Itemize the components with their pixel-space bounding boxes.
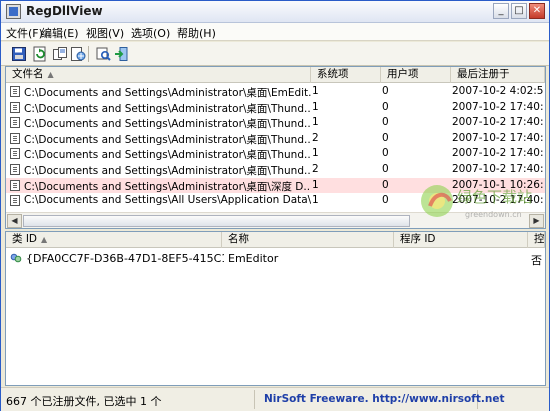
file-icon xyxy=(10,86,20,97)
column-program-id[interactable]: 程序 ID xyxy=(394,232,528,248)
nirsoft-link[interactable]: NirSoft Freeware. http://www.nirsoft.net xyxy=(254,390,504,409)
sort-ascending-icon: ▲ xyxy=(41,235,48,244)
file-list-header: 文件名 ▲ 系统项 用户项 最后注册于 xyxy=(6,67,545,83)
status-bar: 667 个已注册文件, 已选中 1 个 NirSoft Freeware. ht… xyxy=(1,387,549,411)
scroll-right-icon[interactable]: ▶ xyxy=(529,214,544,228)
column-last-registered[interactable]: 最后注册于 xyxy=(451,67,545,83)
file-row[interactable]: C:\Documents and Settings\Administrator\… xyxy=(6,162,545,178)
class-rows: {DFA0CC7F-D36B-47D1-8EF5-415C1D... EmEdi… xyxy=(6,249,545,267)
file-icon xyxy=(10,148,20,160)
menu-help[interactable]: 帮助(H) xyxy=(177,25,216,41)
registered-files-list[interactable]: 文件名 ▲ 系统项 用户项 最后注册于 C:\Documents and Sett… xyxy=(5,66,546,229)
column-system-items[interactable]: 系统项 xyxy=(311,67,381,83)
menu-options[interactable]: 选项(O) xyxy=(131,25,170,41)
file-icon xyxy=(10,179,20,191)
file-row[interactable]: C:\Documents and Settings\Administrator\… xyxy=(6,115,545,131)
file-icon xyxy=(10,117,20,129)
menu-edit[interactable]: 编辑(E) xyxy=(41,25,79,41)
exit-icon[interactable] xyxy=(113,46,129,62)
maximize-button[interactable]: □ xyxy=(511,3,527,19)
file-row[interactable]: C:\Documents and Settings\All Users\Appl… xyxy=(6,193,545,209)
close-button[interactable]: ✕ xyxy=(529,3,545,19)
file-icon xyxy=(10,132,20,144)
file-row[interactable]: C:\Documents and Settings\Administrator\… xyxy=(6,100,545,116)
menu-view[interactable]: 视图(V) xyxy=(86,25,124,41)
title-bar[interactable]: RegDllView _ □ ✕ xyxy=(1,1,549,23)
file-rows: C:\Documents and Settings\Administrator\… xyxy=(6,84,545,209)
class-list[interactable]: 类 ID▲ 名称 程序 ID 控件 {DFA0CC7F-D36B-47D1-8E… xyxy=(5,231,546,386)
column-name[interactable]: 名称 xyxy=(222,232,394,248)
menu-file[interactable]: 文件(F) xyxy=(6,25,43,41)
app-icon xyxy=(6,4,21,19)
class-list-header: 类 ID▲ 名称 程序 ID 控件 xyxy=(6,232,545,248)
class-row[interactable]: {DFA0CC7F-D36B-47D1-8EF5-415C1D... EmEdi… xyxy=(6,249,545,267)
file-icon xyxy=(10,101,20,113)
scroll-left-icon[interactable]: ◀ xyxy=(7,214,22,228)
horizontal-scrollbar[interactable]: ◀ ▶ xyxy=(6,212,545,228)
window-title: RegDllView xyxy=(26,4,103,18)
file-row[interactable]: C:\Documents and Settings\Administrator\… xyxy=(6,131,545,147)
toolbar xyxy=(1,42,549,66)
status-summary: 667 个已注册文件, 已选中 1 个 xyxy=(6,395,162,408)
file-icon xyxy=(10,195,20,207)
file-icon xyxy=(10,163,20,175)
html-report-icon[interactable] xyxy=(70,46,86,62)
save-icon[interactable] xyxy=(11,46,27,62)
column-class-id[interactable]: 类 ID ▲ xyxy=(6,232,222,248)
scrollbar-thumb[interactable] xyxy=(23,215,410,227)
refresh-icon[interactable] xyxy=(32,46,48,62)
selected-file-row[interactable]: C:\Documents and Settings\Administrator\… xyxy=(6,177,545,194)
minimize-button[interactable]: _ xyxy=(493,3,509,19)
column-user-items[interactable]: 用户项 xyxy=(381,67,451,83)
com-class-icon xyxy=(10,252,22,264)
app-window: RegDllView _ □ ✕ 文件(F) 编辑(E) 视图(V) 选项(O)… xyxy=(0,0,550,411)
column-control[interactable]: 控件 xyxy=(528,232,545,248)
toolbar-separator xyxy=(88,46,89,62)
file-row[interactable]: C:\Documents and Settings\Administrator\… xyxy=(6,84,545,100)
file-row[interactable]: C:\Documents and Settings\Administrator\… xyxy=(6,146,545,162)
menu-bar: 文件(F) 编辑(E) 视图(V) 选项(O) 帮助(H) xyxy=(1,23,549,41)
column-file-name[interactable]: 文件名 ▲ xyxy=(6,67,311,83)
sort-ascending-icon: ▲ xyxy=(47,70,54,79)
properties-icon[interactable] xyxy=(95,46,111,62)
copy-icon[interactable] xyxy=(52,46,68,62)
